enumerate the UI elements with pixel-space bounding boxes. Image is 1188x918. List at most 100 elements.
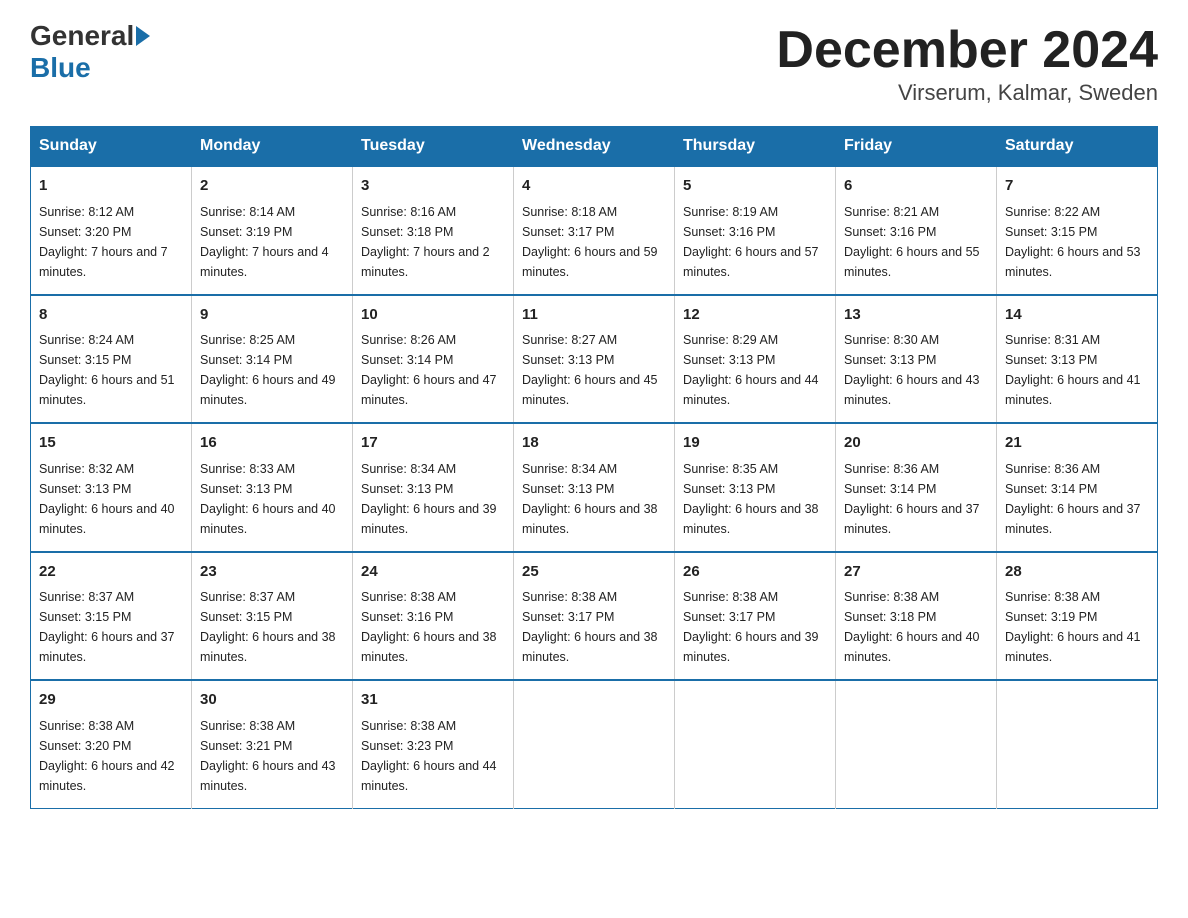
day-number: 5 xyxy=(683,175,827,198)
calendar-header-saturday: Saturday xyxy=(997,127,1158,167)
day-number: 3 xyxy=(361,175,505,198)
calendar-cell: 10 Sunrise: 8:26 AMSunset: 3:14 PMDaylig… xyxy=(353,295,514,424)
calendar-cell xyxy=(675,680,836,808)
calendar-cell: 28 Sunrise: 8:38 AMSunset: 3:19 PMDaylig… xyxy=(997,552,1158,681)
calendar-cell: 5 Sunrise: 8:19 AMSunset: 3:16 PMDayligh… xyxy=(675,166,836,295)
calendar-cell: 7 Sunrise: 8:22 AMSunset: 3:15 PMDayligh… xyxy=(997,166,1158,295)
calendar-week-row: 22 Sunrise: 8:37 AMSunset: 3:15 PMDaylig… xyxy=(31,552,1158,681)
day-info: Sunrise: 8:37 AMSunset: 3:15 PMDaylight:… xyxy=(39,590,175,664)
calendar-header-monday: Monday xyxy=(192,127,353,167)
day-number: 27 xyxy=(844,561,988,584)
calendar-cell: 15 Sunrise: 8:32 AMSunset: 3:13 PMDaylig… xyxy=(31,423,192,552)
day-info: Sunrise: 8:30 AMSunset: 3:13 PMDaylight:… xyxy=(844,333,980,407)
day-number: 19 xyxy=(683,432,827,455)
logo-arrow-icon xyxy=(136,26,150,46)
calendar-cell: 27 Sunrise: 8:38 AMSunset: 3:18 PMDaylig… xyxy=(836,552,997,681)
day-info: Sunrise: 8:36 AMSunset: 3:14 PMDaylight:… xyxy=(1005,462,1141,536)
calendar-cell: 3 Sunrise: 8:16 AMSunset: 3:18 PMDayligh… xyxy=(353,166,514,295)
day-info: Sunrise: 8:31 AMSunset: 3:13 PMDaylight:… xyxy=(1005,333,1141,407)
day-number: 7 xyxy=(1005,175,1149,198)
day-number: 20 xyxy=(844,432,988,455)
calendar-cell: 12 Sunrise: 8:29 AMSunset: 3:13 PMDaylig… xyxy=(675,295,836,424)
day-info: Sunrise: 8:38 AMSunset: 3:21 PMDaylight:… xyxy=(200,719,336,793)
calendar-cell: 20 Sunrise: 8:36 AMSunset: 3:14 PMDaylig… xyxy=(836,423,997,552)
day-info: Sunrise: 8:29 AMSunset: 3:13 PMDaylight:… xyxy=(683,333,819,407)
day-number: 28 xyxy=(1005,561,1149,584)
calendar-header-row: SundayMondayTuesdayWednesdayThursdayFrid… xyxy=(31,127,1158,167)
day-number: 16 xyxy=(200,432,344,455)
day-info: Sunrise: 8:27 AMSunset: 3:13 PMDaylight:… xyxy=(522,333,658,407)
calendar-cell: 22 Sunrise: 8:37 AMSunset: 3:15 PMDaylig… xyxy=(31,552,192,681)
calendar-cell: 8 Sunrise: 8:24 AMSunset: 3:15 PMDayligh… xyxy=(31,295,192,424)
day-info: Sunrise: 8:38 AMSunset: 3:16 PMDaylight:… xyxy=(361,590,497,664)
day-number: 4 xyxy=(522,175,666,198)
calendar-header-friday: Friday xyxy=(836,127,997,167)
day-info: Sunrise: 8:16 AMSunset: 3:18 PMDaylight:… xyxy=(361,205,490,279)
day-number: 2 xyxy=(200,175,344,198)
day-number: 8 xyxy=(39,304,183,327)
calendar-cell: 18 Sunrise: 8:34 AMSunset: 3:13 PMDaylig… xyxy=(514,423,675,552)
day-info: Sunrise: 8:32 AMSunset: 3:13 PMDaylight:… xyxy=(39,462,175,536)
calendar-cell: 11 Sunrise: 8:27 AMSunset: 3:13 PMDaylig… xyxy=(514,295,675,424)
calendar-cell xyxy=(997,680,1158,808)
page-header: General Blue December 2024 Virserum, Kal… xyxy=(30,20,1158,106)
day-info: Sunrise: 8:35 AMSunset: 3:13 PMDaylight:… xyxy=(683,462,819,536)
day-number: 10 xyxy=(361,304,505,327)
day-number: 21 xyxy=(1005,432,1149,455)
logo: General Blue xyxy=(30,20,150,84)
day-info: Sunrise: 8:22 AMSunset: 3:15 PMDaylight:… xyxy=(1005,205,1141,279)
calendar-cell xyxy=(514,680,675,808)
day-number: 17 xyxy=(361,432,505,455)
calendar-table: SundayMondayTuesdayWednesdayThursdayFrid… xyxy=(30,126,1158,809)
day-info: Sunrise: 8:36 AMSunset: 3:14 PMDaylight:… xyxy=(844,462,980,536)
day-info: Sunrise: 8:12 AMSunset: 3:20 PMDaylight:… xyxy=(39,205,168,279)
day-number: 9 xyxy=(200,304,344,327)
day-info: Sunrise: 8:38 AMSunset: 3:19 PMDaylight:… xyxy=(1005,590,1141,664)
day-number: 25 xyxy=(522,561,666,584)
day-number: 13 xyxy=(844,304,988,327)
day-info: Sunrise: 8:38 AMSunset: 3:23 PMDaylight:… xyxy=(361,719,497,793)
day-info: Sunrise: 8:38 AMSunset: 3:18 PMDaylight:… xyxy=(844,590,980,664)
day-number: 15 xyxy=(39,432,183,455)
location-title: Virserum, Kalmar, Sweden xyxy=(776,80,1158,106)
calendar-week-row: 15 Sunrise: 8:32 AMSunset: 3:13 PMDaylig… xyxy=(31,423,1158,552)
calendar-week-row: 8 Sunrise: 8:24 AMSunset: 3:15 PMDayligh… xyxy=(31,295,1158,424)
day-number: 12 xyxy=(683,304,827,327)
calendar-cell: 31 Sunrise: 8:38 AMSunset: 3:23 PMDaylig… xyxy=(353,680,514,808)
calendar-cell: 6 Sunrise: 8:21 AMSunset: 3:16 PMDayligh… xyxy=(836,166,997,295)
calendar-cell: 26 Sunrise: 8:38 AMSunset: 3:17 PMDaylig… xyxy=(675,552,836,681)
calendar-week-row: 1 Sunrise: 8:12 AMSunset: 3:20 PMDayligh… xyxy=(31,166,1158,295)
calendar-cell: 14 Sunrise: 8:31 AMSunset: 3:13 PMDaylig… xyxy=(997,295,1158,424)
day-info: Sunrise: 8:38 AMSunset: 3:17 PMDaylight:… xyxy=(522,590,658,664)
calendar-cell: 21 Sunrise: 8:36 AMSunset: 3:14 PMDaylig… xyxy=(997,423,1158,552)
day-info: Sunrise: 8:38 AMSunset: 3:17 PMDaylight:… xyxy=(683,590,819,664)
calendar-cell: 23 Sunrise: 8:37 AMSunset: 3:15 PMDaylig… xyxy=(192,552,353,681)
day-number: 24 xyxy=(361,561,505,584)
day-info: Sunrise: 8:34 AMSunset: 3:13 PMDaylight:… xyxy=(361,462,497,536)
day-number: 26 xyxy=(683,561,827,584)
day-number: 11 xyxy=(522,304,666,327)
calendar-header-wednesday: Wednesday xyxy=(514,127,675,167)
title-block: December 2024 Virserum, Kalmar, Sweden xyxy=(776,20,1158,106)
calendar-cell: 9 Sunrise: 8:25 AMSunset: 3:14 PMDayligh… xyxy=(192,295,353,424)
calendar-header-tuesday: Tuesday xyxy=(353,127,514,167)
day-number: 30 xyxy=(200,689,344,712)
day-info: Sunrise: 8:24 AMSunset: 3:15 PMDaylight:… xyxy=(39,333,175,407)
calendar-header-sunday: Sunday xyxy=(31,127,192,167)
calendar-week-row: 29 Sunrise: 8:38 AMSunset: 3:20 PMDaylig… xyxy=(31,680,1158,808)
logo-general-text: General xyxy=(30,20,134,52)
day-info: Sunrise: 8:34 AMSunset: 3:13 PMDaylight:… xyxy=(522,462,658,536)
calendar-cell: 29 Sunrise: 8:38 AMSunset: 3:20 PMDaylig… xyxy=(31,680,192,808)
calendar-cell: 24 Sunrise: 8:38 AMSunset: 3:16 PMDaylig… xyxy=(353,552,514,681)
day-number: 1 xyxy=(39,175,183,198)
day-info: Sunrise: 8:33 AMSunset: 3:13 PMDaylight:… xyxy=(200,462,336,536)
logo-blue-text: Blue xyxy=(30,52,91,84)
day-info: Sunrise: 8:37 AMSunset: 3:15 PMDaylight:… xyxy=(200,590,336,664)
calendar-cell: 30 Sunrise: 8:38 AMSunset: 3:21 PMDaylig… xyxy=(192,680,353,808)
calendar-cell: 17 Sunrise: 8:34 AMSunset: 3:13 PMDaylig… xyxy=(353,423,514,552)
calendar-cell: 13 Sunrise: 8:30 AMSunset: 3:13 PMDaylig… xyxy=(836,295,997,424)
day-number: 14 xyxy=(1005,304,1149,327)
day-number: 23 xyxy=(200,561,344,584)
day-number: 31 xyxy=(361,689,505,712)
calendar-cell: 25 Sunrise: 8:38 AMSunset: 3:17 PMDaylig… xyxy=(514,552,675,681)
